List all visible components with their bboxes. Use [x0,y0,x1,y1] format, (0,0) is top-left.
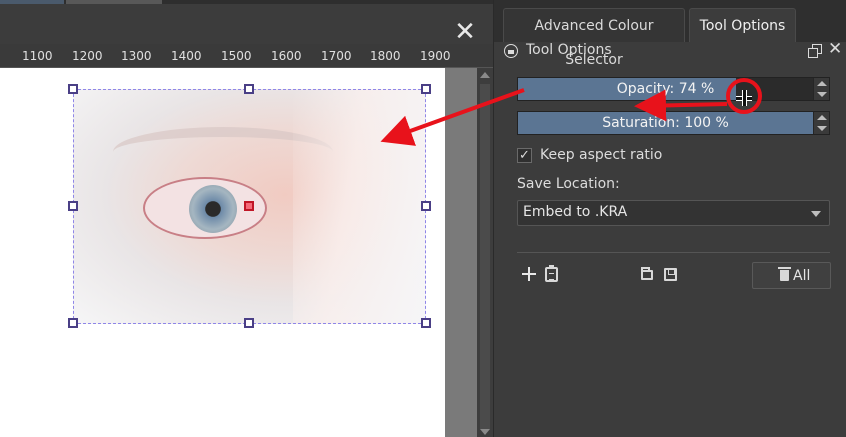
transform-handle-top-left[interactable] [68,84,78,94]
tool-options-docker: Advanced Colour Selector Tool Options To… [493,0,846,437]
ruler-label: 1700 [321,49,352,63]
plus-icon[interactable] [521,265,539,283]
folder-icon[interactable] [641,267,653,280]
lock-icon[interactable] [504,44,518,58]
save-location-select[interactable]: Embed to .KRA [517,200,830,226]
ruler-label: 1400 [171,49,202,63]
chevron-down-icon [811,211,821,217]
close-document-button[interactable]: ✕ [451,18,479,46]
docker-title: Tool Options [526,42,612,58]
saturation-slider-label: Saturation: 100 % [602,115,729,131]
delete-all-button[interactable]: All [752,262,831,289]
opacity-spinbox[interactable] [813,78,829,100]
saturation-spinbox[interactable] [813,112,829,134]
trash-icon [778,267,791,281]
keep-aspect-ratio-checkbox[interactable]: ✓ [517,148,532,163]
canvas-outside-area [445,68,477,437]
tab-advanced-colour-selector[interactable]: Advanced Colour Selector [503,8,685,68]
ruler-label: 1800 [370,49,401,63]
scroll-down-icon[interactable] [480,429,490,435]
horizontal-ruler: 1100 1200 1300 1400 1500 1600 1700 1800 … [0,44,493,68]
close-docker-button[interactable]: ✕ [828,39,842,59]
ruler-label: 1100 [22,49,53,63]
tab-tool-options[interactable]: Tool Options [689,8,796,42]
transform-handle-left[interactable] [68,201,78,211]
ruler-label: 1300 [121,49,152,63]
vertical-scrollbar[interactable] [477,68,493,437]
resize-horizontal-cursor-icon [734,88,754,108]
scroll-up-icon[interactable] [480,72,490,78]
ruler-label: 1500 [221,49,252,63]
save-location-label: Save Location: [517,176,620,192]
transform-handle-bottom-right[interactable] [421,318,431,328]
transform-handle-bottom-left[interactable] [68,318,78,328]
divider [517,252,830,253]
opacity-slider[interactable]: Opacity: 74 % [517,77,830,101]
document-header: ✕ [0,4,493,46]
increment-icon[interactable] [817,81,827,86]
save-location-value: Embed to .KRA [523,204,628,220]
transform-handle-bottom[interactable] [244,318,254,328]
keep-aspect-ratio-label: Keep aspect ratio [540,147,663,163]
ruler-label: 1900 [420,49,451,63]
transform-handle-right[interactable] [421,201,431,211]
transform-handle-top[interactable] [244,84,254,94]
decrement-icon[interactable] [817,126,827,131]
docker-title-bar: Tool Options ✕ [494,39,846,64]
ruler-label: 1600 [271,49,302,63]
ruler-label: 1200 [72,49,103,63]
canvas-area: ✕ 1100 1200 1300 1400 1500 1600 1700 180… [0,0,493,437]
save-icon[interactable] [664,268,677,281]
saturation-slider[interactable]: Saturation: 100 % [517,111,830,135]
delete-all-label: All [793,268,811,284]
docker-tab-bar: Advanced Colour Selector Tool Options [494,0,846,68]
opacity-slider-label: Opacity: 74 % [616,81,715,97]
float-docker-icon[interactable] [808,44,822,58]
scrollbar-track[interactable] [480,84,490,429]
decrement-icon[interactable] [817,92,827,97]
clipboard-icon[interactable] [545,265,558,282]
transform-handle-top-right[interactable] [421,84,431,94]
increment-icon[interactable] [817,115,827,120]
transform-handle-center[interactable] [244,201,254,211]
